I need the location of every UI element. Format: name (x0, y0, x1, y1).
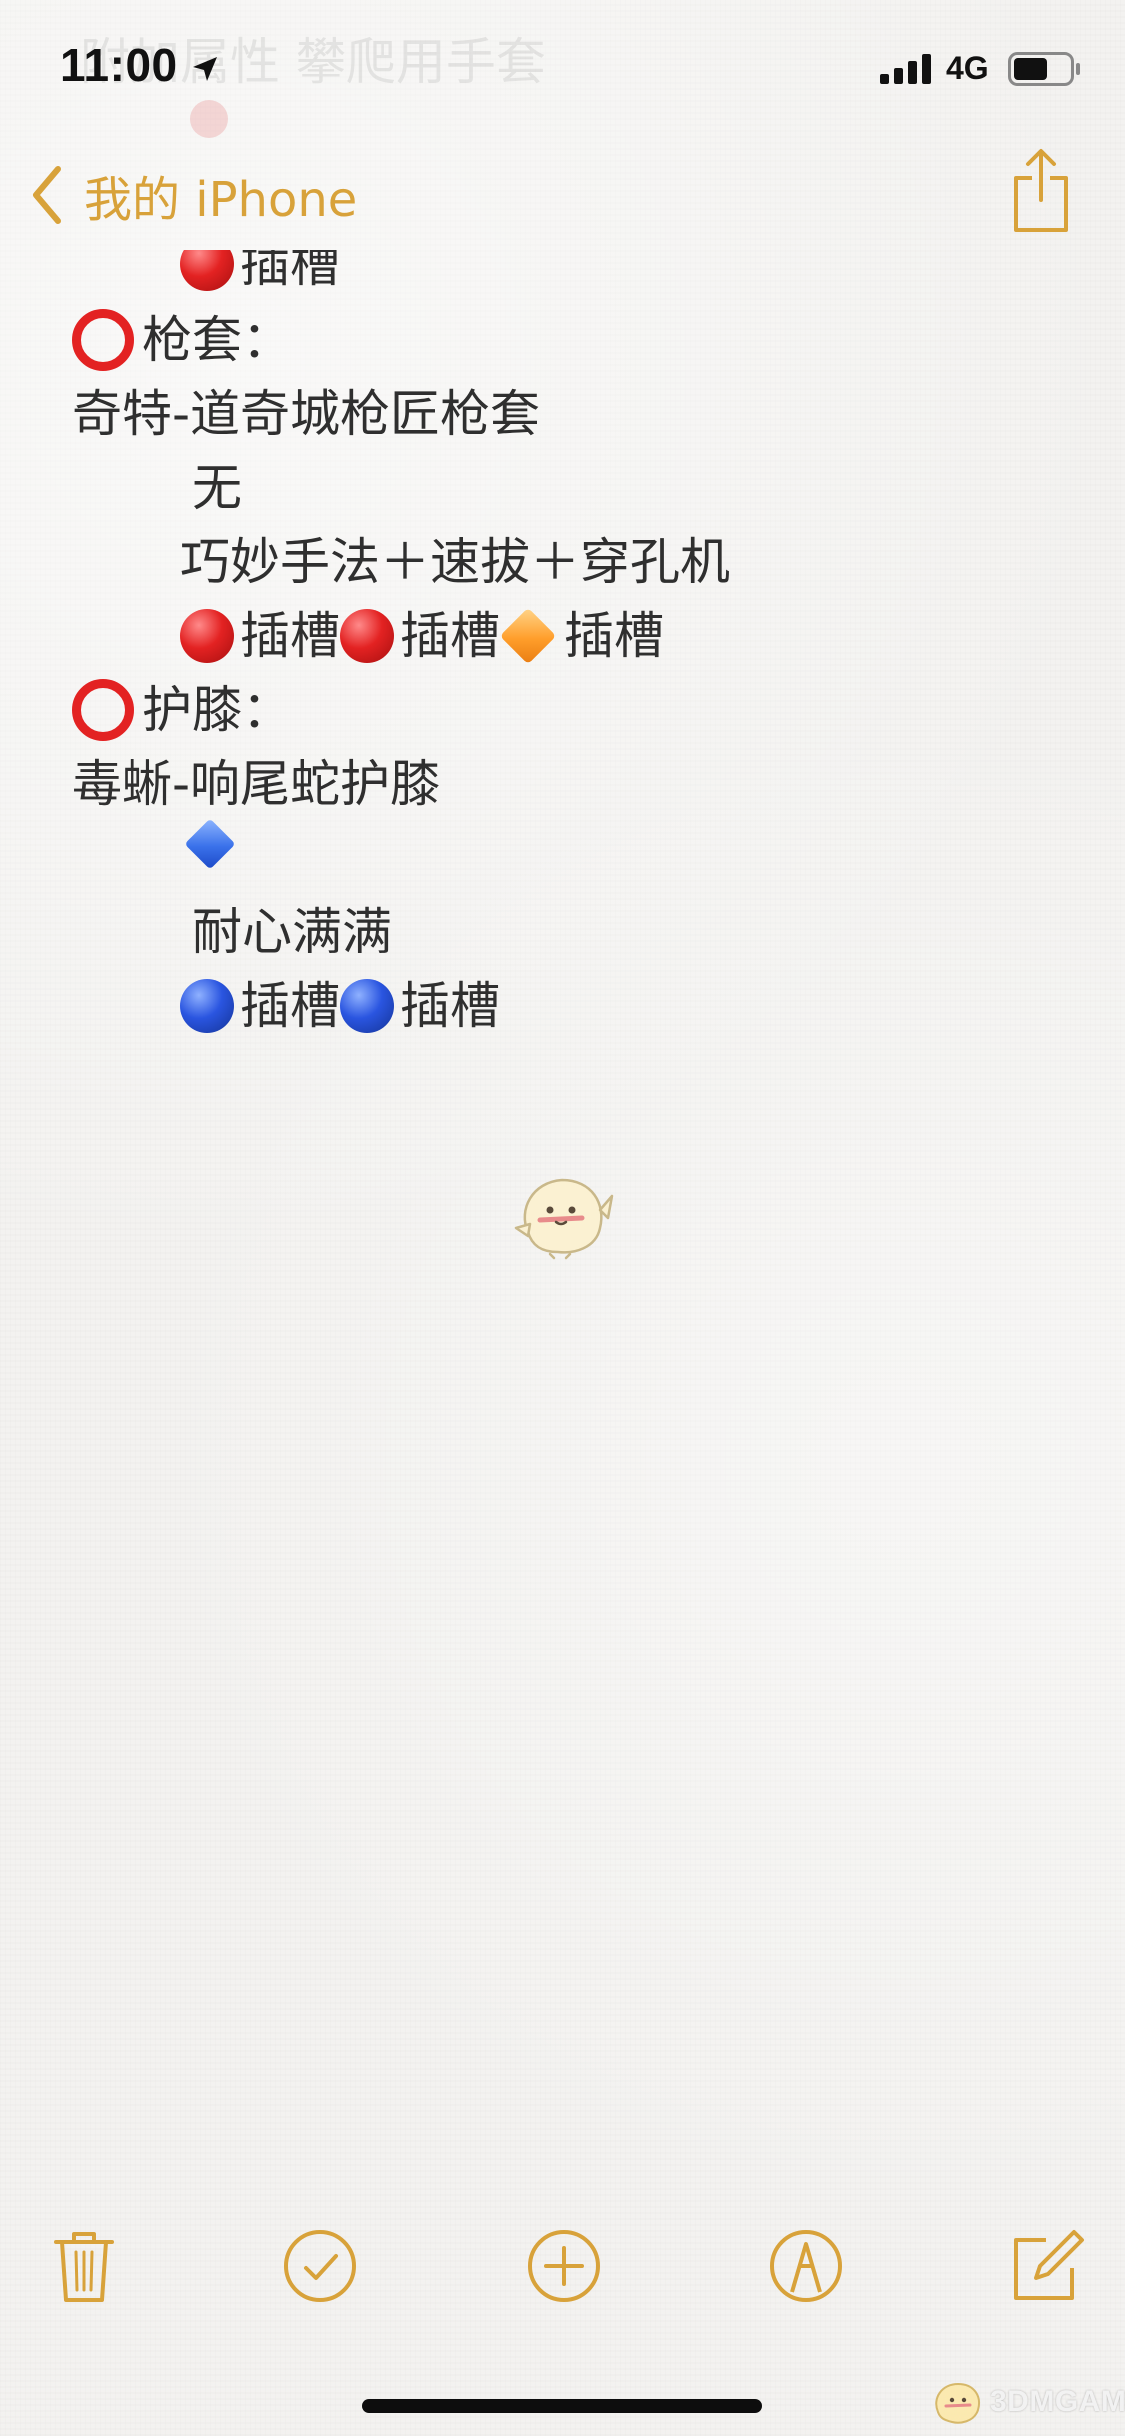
red-gem-icon (180, 250, 234, 291)
watermark-text: 3DMGAME (990, 2385, 1125, 2418)
home-indicator[interactable] (362, 2399, 762, 2413)
perks-text: 耐心满满 (192, 903, 392, 961)
slot-label: 插槽 (240, 977, 340, 1035)
slots-line: 插槽 插槽 (180, 974, 500, 1038)
section-heading-label: 枪套： (142, 311, 292, 369)
slot-label: 插槽 (564, 607, 664, 665)
red-ring-icon (72, 679, 134, 741)
perks-text: 巧妙手法＋速拔＋穿孔机 (180, 533, 730, 591)
slot-label: 插槽 (240, 250, 340, 293)
item-name: 毒蜥-响尾蛇护膝 (72, 755, 441, 813)
markup-icon[interactable] (766, 2226, 846, 2306)
partial-slot-line: 插槽 (180, 250, 560, 298)
section-heading-holster: 枪套： (72, 308, 292, 372)
blue-gem-icon (340, 979, 394, 1033)
item-name-line: 毒蜥-响尾蛇护膝 (72, 752, 440, 816)
red-ring-icon (72, 309, 134, 371)
perks-line: 巧妙手法＋速拔＋穿孔机 (180, 530, 730, 594)
red-gem-icon (340, 609, 394, 663)
section-heading-label: 护膝： (142, 681, 292, 739)
attribute-line: 无 (192, 456, 242, 520)
mascot-sticker-image (514, 1178, 614, 1260)
note-body[interactable]: 插槽 枪套： 奇特-道奇城枪匠枪套 无 巧妙手法＋速拔＋穿孔机 插槽 插槽 插槽… (0, 0, 1125, 1080)
item-name-line: 奇特-道奇城枪匠枪套 (72, 382, 540, 446)
checklist-icon[interactable] (280, 2226, 360, 2306)
slot-label: 插槽 (400, 607, 500, 665)
blue-gem-icon (180, 979, 234, 1033)
compose-icon[interactable] (1006, 2226, 1086, 2306)
attribute-line (180, 818, 238, 870)
section-heading-kneepads: 护膝： (72, 678, 292, 742)
item-name: 奇特-道奇城枪匠枪套 (72, 385, 541, 443)
red-gem-icon (180, 609, 234, 663)
trash-icon[interactable] (44, 2226, 124, 2306)
watermark: 3DMGAME (930, 2378, 1125, 2426)
blue-diamond-icon (184, 818, 236, 870)
attribute-text: 无 (192, 459, 242, 517)
perks-line: 耐心满满 (192, 900, 392, 964)
add-icon[interactable] (524, 2226, 604, 2306)
slot-label: 插槽 (240, 607, 340, 665)
slots-line: 插槽 插槽 插槽 (180, 604, 664, 668)
slot-label: 插槽 (400, 977, 500, 1035)
watermark-mascot-logo (935, 2382, 980, 2424)
orange-diamond-icon (499, 607, 557, 665)
